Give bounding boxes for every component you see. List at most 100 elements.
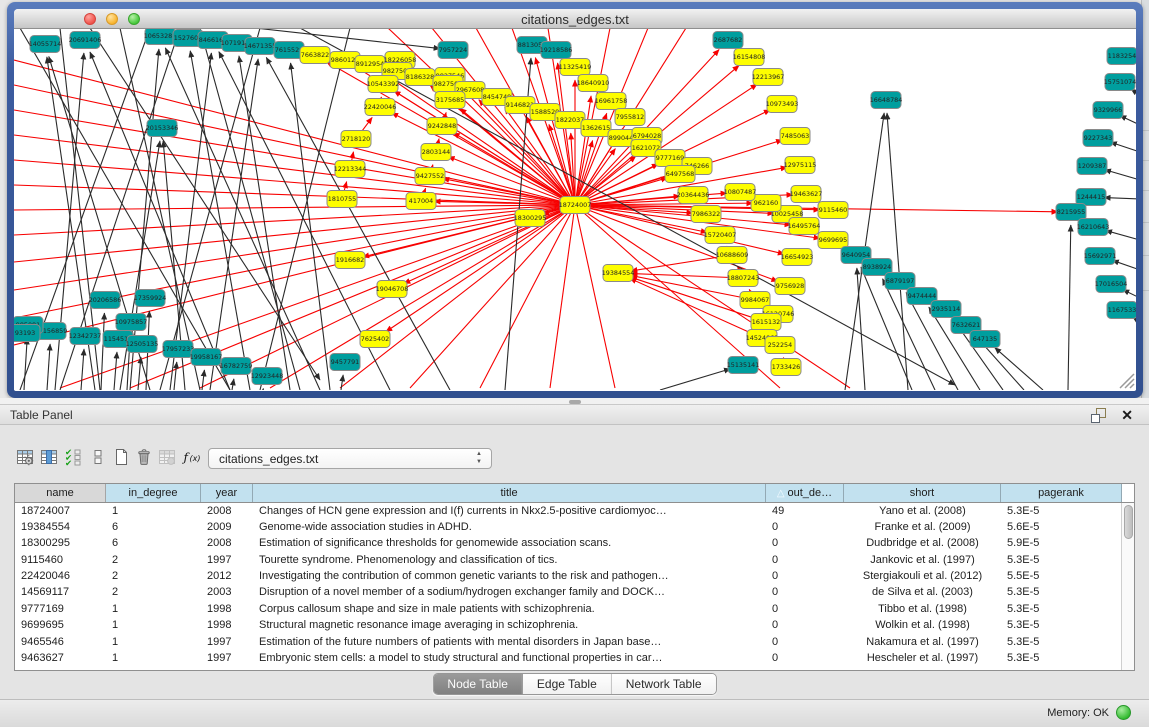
cell-year: 1998 [201, 601, 253, 617]
scrollbar-thumb[interactable] [1124, 505, 1133, 539]
graph-node-label: 15720407 [704, 231, 737, 239]
graph-edge [14, 110, 575, 205]
column-header-short[interactable]: short [844, 484, 1001, 502]
tab-network-table[interactable]: Network Table [612, 674, 716, 694]
column-settings-button[interactable] [38, 446, 60, 470]
table-row[interactable]: 1456911722003Disruption of a novel membe… [15, 585, 1134, 601]
row-selection-button[interactable]: ✔✔✔ [62, 446, 84, 470]
graph-node-label: 1209387 [1078, 162, 1106, 170]
cell-name: 9777169 [15, 601, 106, 617]
table-row[interactable]: 946554611997Estimation of the future num… [15, 634, 1134, 650]
graph-node-label: 17016504 [1095, 280, 1128, 288]
cell-name: 18724007 [15, 503, 106, 519]
table-row[interactable]: 969969511998Structural magnetic resonanc… [15, 618, 1134, 634]
delete-table-button[interactable] [133, 446, 155, 470]
table-row[interactable]: 977716911998Corpus callosum shape and si… [15, 601, 1134, 617]
graph-node-label: 9115460 [819, 206, 847, 214]
float-panel-icon[interactable] [1090, 407, 1107, 424]
graph-node-label: 12342737 [69, 332, 102, 340]
graph-node-label: 19218586 [540, 46, 573, 54]
graph-node-label: 12213967 [752, 73, 785, 81]
column-header-pagerank[interactable]: pagerank [1001, 484, 1122, 502]
cell-name: 22420046 [15, 569, 106, 585]
graph-edge [1106, 230, 1136, 240]
function-builder-button[interactable]: ƒ(x) [180, 446, 202, 470]
status-bar: Memory: OK [0, 699, 1149, 727]
graph-node-label: 10975857 [115, 318, 148, 326]
graph-node-label: 7632621 [952, 321, 980, 329]
graph-node-label: 19463627 [790, 190, 823, 198]
graph-node-label: 16495764 [788, 222, 821, 230]
cell-in_degree: 1 [106, 651, 201, 667]
cell-short: Franke et al. (2009) [844, 519, 1001, 535]
table-row[interactable]: 1872400712008Changes of HCN gene express… [15, 503, 1134, 519]
memory-ok-icon [1116, 705, 1131, 720]
graph-edge [270, 205, 575, 388]
column-header-label: name [46, 487, 74, 499]
graph-node-label: 9427552 [416, 172, 444, 180]
table-body: 1872400712008Changes of HCN gene express… [15, 503, 1134, 667]
graph-edge [575, 205, 615, 388]
cell-short: de Silva et al. (2003) [844, 585, 1001, 601]
network-window-titlebar[interactable]: citations_edges.txt [14, 9, 1136, 29]
column-header-title[interactable]: title [253, 484, 766, 502]
graph-edge [260, 29, 350, 390]
graph-node-label: 18640910 [577, 79, 610, 87]
cell-out_degree: 0 [766, 634, 844, 650]
cell-pagerank: 5.3E-5 [1001, 503, 1122, 519]
memory-status-label: Memory: OK [1047, 707, 1109, 719]
cell-title: Genome-wide association studies in ADHD. [253, 519, 766, 535]
table-row[interactable]: 1830029562008Estimation of significance … [15, 536, 1134, 552]
cell-year: 1998 [201, 618, 253, 634]
column-header-label: short [910, 487, 934, 499]
new-document-icon [112, 448, 130, 466]
cell-pagerank: 5.9E-5 [1001, 536, 1122, 552]
column-header-label: out_de… [788, 487, 833, 499]
graph-edge [200, 29, 300, 390]
create-table-button[interactable] [110, 446, 132, 470]
row-height-button[interactable] [87, 446, 109, 470]
cell-title: Estimation of the future numbers of pati… [253, 634, 766, 650]
graph-node-label: 19384554 [602, 269, 635, 277]
table-row[interactable]: 911546021997Tourette syndrome. Phenomeno… [15, 552, 1134, 568]
close-panel-icon[interactable]: ✕ [1121, 405, 1133, 425]
sort-ascending-icon: △ [777, 488, 785, 499]
table-panel-title: Table Panel [10, 408, 73, 422]
network-graph-canvas[interactable]: 1872400714055714206914061065328715276028… [14, 29, 1136, 390]
graph-node-label: 7663822 [301, 51, 329, 59]
graph-edge [138, 357, 141, 390]
table-vertical-scrollbar[interactable] [1121, 503, 1134, 670]
graph-node-label: 18807243 [727, 274, 760, 282]
table-gear-icon [16, 448, 34, 466]
cell-name: 19384554 [15, 519, 106, 535]
graph-node-label: 20206586 [89, 296, 122, 304]
graph-node-label: 2718120 [342, 135, 370, 143]
graph-node-label: 10807487 [724, 188, 757, 196]
table-selector-dropdown[interactable]: citations_edges.txt ▲▼ [208, 448, 492, 469]
table-row[interactable]: 1938455462009Genome-wide association stu… [15, 519, 1134, 535]
cell-name: 9465546 [15, 634, 106, 650]
graph-node-label: 7625402 [361, 335, 389, 343]
tab-edge-table[interactable]: Edge Table [523, 674, 612, 694]
cell-short: Stergiakouli et al. (2012) [844, 569, 1001, 585]
resize-grip[interactable] [1120, 374, 1134, 388]
divider-handle[interactable] [569, 400, 581, 404]
column-header-in_degree[interactable]: in_degree [106, 484, 201, 502]
tab-node-table[interactable]: Node Table [433, 674, 523, 694]
table-settings-button[interactable] [14, 446, 36, 470]
graph-node-label: 17957233 [162, 345, 195, 353]
table-row[interactable]: 946362711997Embryonic stem cells: a mode… [15, 651, 1134, 667]
svg-text:✔: ✔ [65, 459, 72, 466]
graph-node-label: 22420046 [364, 103, 397, 111]
graph-node-label: 15692971 [1084, 252, 1117, 260]
column-header-name[interactable]: name [15, 484, 106, 502]
graph-node-label: 9242848 [428, 122, 456, 130]
table-row[interactable]: 2242004622012Investigating the contribut… [15, 569, 1134, 585]
cell-pagerank: 5.3E-5 [1001, 585, 1122, 601]
graph-node-label: 252254 [768, 341, 792, 349]
column-header-out_degree[interactable]: △out_de… [766, 484, 844, 502]
column-header-year[interactable]: year [201, 484, 253, 502]
graph-node-label: 6879197 [886, 277, 914, 285]
graph-node-label: 16782759 [220, 362, 253, 370]
graph-node-label: 16961758 [595, 97, 628, 105]
